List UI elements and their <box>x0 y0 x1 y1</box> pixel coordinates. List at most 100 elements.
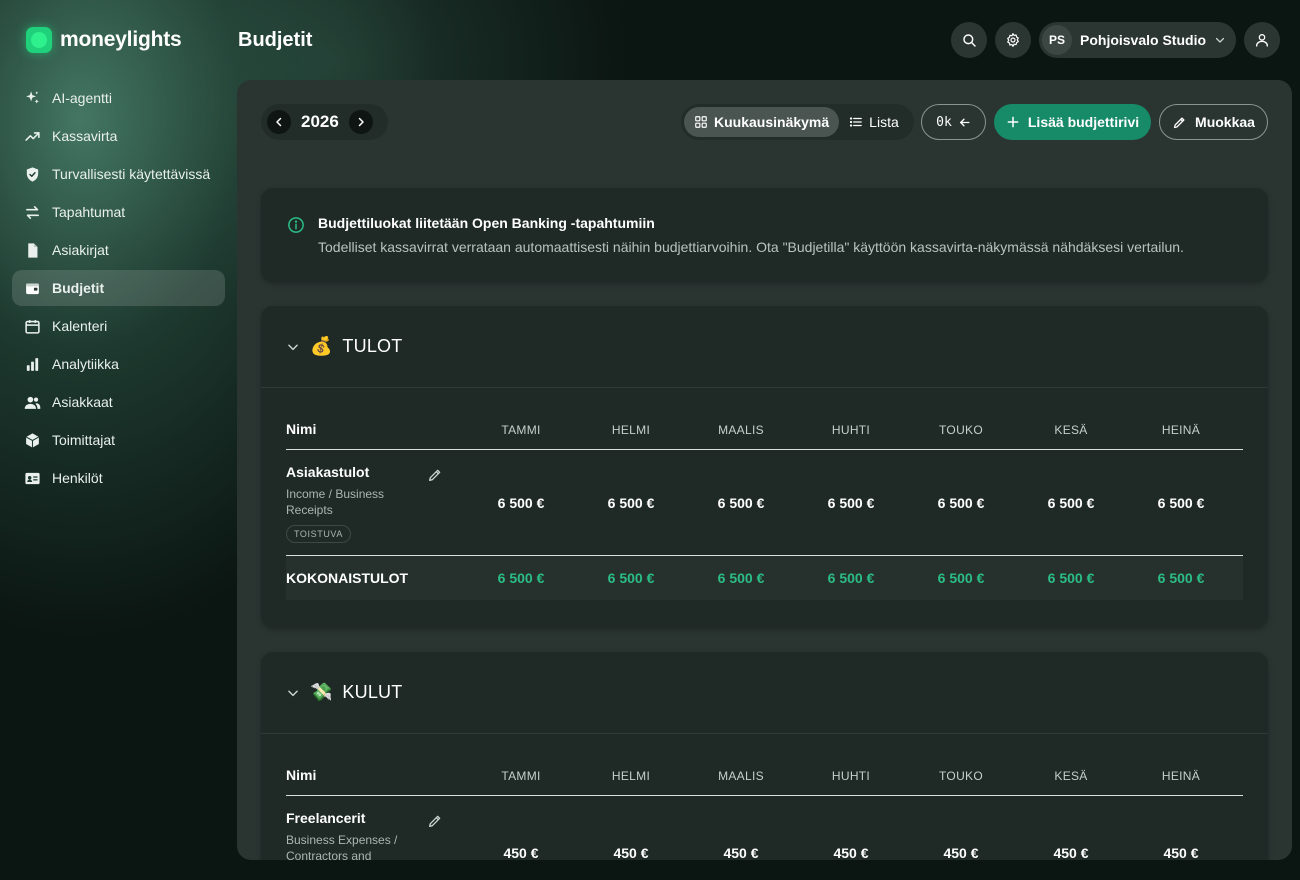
swap-arrows-icon <box>23 203 41 221</box>
sidebar-item-calendar[interactable]: Kalenteri <box>12 308 225 344</box>
sidebar-item-label: Kassavirta <box>52 128 118 144</box>
sidebar-item-label: AI-agentti <box>52 90 112 106</box>
row-value[interactable]: 450 € <box>576 811 686 860</box>
year-label: 2026 <box>301 112 339 131</box>
zero-rows-toggle[interactable]: 0k <box>921 104 986 140</box>
edit-label: Muokkaa <box>1195 114 1255 130</box>
row-value[interactable]: 450 € <box>1126 811 1236 860</box>
gear-icon <box>1007 33 1019 47</box>
sidebar-item-ai-agent[interactable]: AI-agentti <box>12 80 225 116</box>
total-value: 6 500 € <box>607 570 655 586</box>
settings-button[interactable] <box>995 22 1031 58</box>
pencil-icon[interactable] <box>427 467 443 483</box>
add-budget-row-button[interactable]: Lisää budjettirivi <box>994 104 1151 140</box>
add-budget-row-label: Lisää budjettirivi <box>1027 114 1140 130</box>
table-row[interactable]: Asiakastulot Income / Business Receipts … <box>286 450 1243 556</box>
column-header-month: HELMI <box>611 423 651 437</box>
sidebar-item-safe-to-spend[interactable]: Turvallisesti käytettävissä <box>12 156 225 192</box>
grid-icon <box>695 116 707 128</box>
org-avatar: PS <box>1042 25 1072 55</box>
row-value[interactable]: 6 500 € <box>796 495 906 511</box>
total-value: 6 500 € <box>1047 570 1095 586</box>
edit-button[interactable]: Muokkaa <box>1159 104 1268 140</box>
sidebar-item-transactions[interactable]: Tapahtumat <box>12 194 225 230</box>
year-navigator: 2026 <box>261 104 388 140</box>
row-value[interactable]: 450 € <box>466 811 576 860</box>
calendar-icon <box>23 317 41 335</box>
chevron-down-icon <box>286 686 300 700</box>
sidebar-item-analytics[interactable]: Analytiikka <box>12 346 225 382</box>
expenses-section-header[interactable]: 💸 KULUT <box>261 652 1268 734</box>
row-value[interactable]: 6 500 € <box>1126 495 1236 511</box>
total-value: 6 500 € <box>1157 570 1205 586</box>
total-value: 6 500 € <box>717 570 765 586</box>
total-label: KOKONAISTULOT <box>286 570 409 586</box>
column-header-name: Nimi <box>286 421 317 437</box>
sidebar-item-customers[interactable]: Asiakkaat <box>12 384 225 420</box>
column-header-month: HELMI <box>611 769 651 783</box>
row-name-cell: Freelancerit Business Expenses / Contrac… <box>286 796 466 860</box>
income-section-header[interactable]: 💰 TULOT <box>261 306 1268 388</box>
trend-up-icon <box>23 127 41 145</box>
sidebar-item-label: Turvallisesti käytettävissä <box>52 166 211 182</box>
total-value: 6 500 € <box>937 570 985 586</box>
recurring-badge: TOISTUVA <box>286 525 351 543</box>
column-header-month: MAALIS <box>718 769 764 783</box>
chevron-down-icon <box>1214 34 1226 46</box>
zero-rows-label: 0k <box>936 114 952 130</box>
column-header-month: KESÄ <box>1054 423 1088 437</box>
chevron-down-icon <box>286 340 300 354</box>
pencil-icon[interactable] <box>427 813 443 829</box>
table-header: Nimi TAMMI HELMI MAALIS HUHTI TOUKO KESÄ… <box>286 734 1243 796</box>
app-logo[interactable]: moneylights <box>26 27 182 53</box>
organization-switcher[interactable]: PS Pohjoisvalo Studio <box>1039 22 1236 58</box>
id-card-icon <box>23 469 41 487</box>
sidebar-item-suppliers[interactable]: Toimittajat <box>12 422 225 458</box>
view-toggle: Kuukausinäkymä Lista <box>681 104 914 140</box>
next-year-button[interactable] <box>348 110 373 134</box>
row-value[interactable]: 450 € <box>906 811 1016 860</box>
search-icon <box>963 34 976 47</box>
row-value[interactable]: 450 € <box>796 811 906 860</box>
sparkles-icon <box>23 89 41 107</box>
sidebar-item-label: Tapahtumat <box>52 204 126 220</box>
row-value[interactable]: 450 € <box>686 811 796 860</box>
view-list-button[interactable]: Lista <box>839 107 909 137</box>
sidebar-item-label: Asiakirjat <box>52 242 109 258</box>
page-title: Budjetit <box>238 29 313 51</box>
column-header-month: TAMMI <box>501 423 541 437</box>
column-header-name: Nimi <box>286 767 317 783</box>
row-value[interactable]: 6 500 € <box>686 495 796 511</box>
sidebar-item-label: Toimittajat <box>52 432 116 448</box>
row-value[interactable]: 6 500 € <box>1016 495 1126 511</box>
row-value[interactable]: 450 € <box>1016 811 1126 860</box>
total-row: KOKONAISTULOT 6 500 € 6 500 € 6 500 € 6 … <box>286 556 1243 600</box>
shield-check-icon <box>23 165 41 183</box>
row-value[interactable]: 6 500 € <box>576 495 686 511</box>
income-section: 💰 TULOT Nimi TAMMI HELMI MAALIS HUHTI TO… <box>261 306 1268 628</box>
sidebar: moneylights AI-agentti Kassavirta Turval… <box>0 0 237 880</box>
profile-button[interactable] <box>1244 22 1280 58</box>
search-button[interactable] <box>951 22 987 58</box>
box-icon <box>23 431 41 449</box>
view-monthly-button[interactable]: Kuukausinäkymä <box>684 107 840 137</box>
sidebar-item-documents[interactable]: Asiakirjat <box>12 232 225 268</box>
table-row[interactable]: Freelancerit Business Expenses / Contrac… <box>286 796 1243 860</box>
expenses-table: Nimi TAMMI HELMI MAALIS HUHTI TOUKO KESÄ… <box>286 734 1243 860</box>
sidebar-item-label: Asiakkaat <box>52 394 113 410</box>
prev-year-button[interactable] <box>267 110 291 134</box>
section-title: TULOT <box>342 336 403 356</box>
pencil-icon <box>1173 117 1185 128</box>
row-value[interactable]: 6 500 € <box>906 495 1016 511</box>
view-list-label: Lista <box>869 114 899 130</box>
money-wings-icon: 💸 <box>310 682 333 702</box>
column-header-month: HUHTI <box>831 769 871 783</box>
sidebar-item-cashflow[interactable]: Kassavirta <box>12 118 225 154</box>
sidebar-item-budgets[interactable]: Budjetit <box>12 270 225 306</box>
arrow-left-icon <box>959 118 970 126</box>
sidebar-nav: AI-agentti Kassavirta Turvallisesti käyt… <box>12 80 225 498</box>
chevron-right-icon <box>358 117 364 127</box>
app-name: moneylights <box>60 28 182 51</box>
row-value[interactable]: 6 500 € <box>466 495 576 511</box>
sidebar-item-people[interactable]: Henkilöt <box>12 460 225 496</box>
